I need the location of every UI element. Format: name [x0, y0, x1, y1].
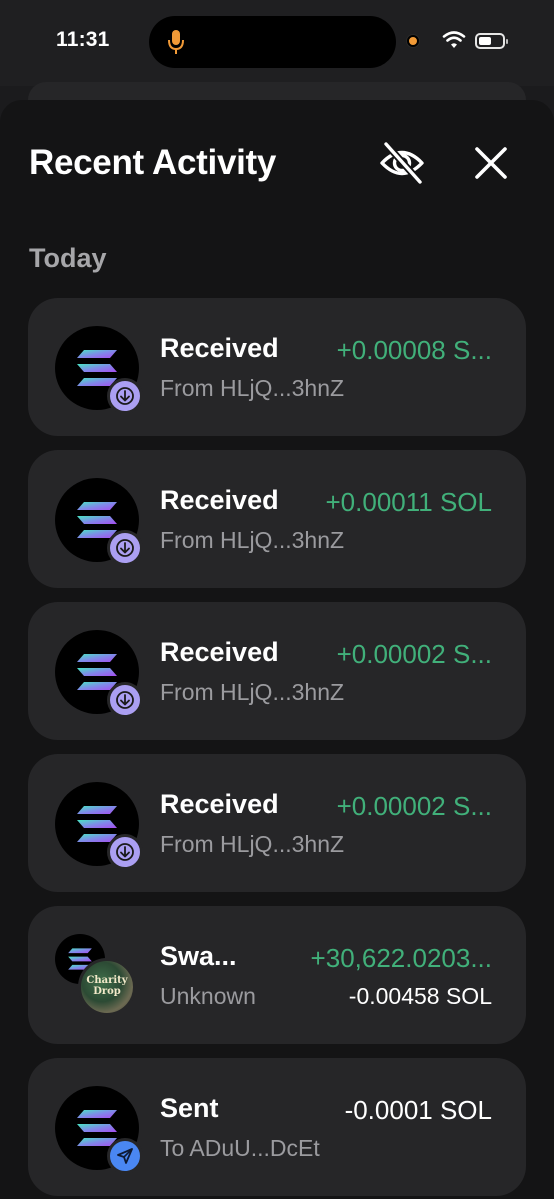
activity-label: Received — [160, 485, 279, 515]
battery-icon — [475, 33, 508, 49]
eye-off-icon[interactable] — [378, 140, 426, 186]
activity-item[interactable]: Received +0.00002 S... From HLjQ...3hnZ — [28, 754, 526, 892]
activity-item[interactable]: Received +0.00011 SOL From HLjQ...3hnZ — [28, 450, 526, 588]
activity-subtitle: From HLjQ...3hnZ — [160, 831, 345, 857]
activity-item[interactable]: Received +0.00008 S... From HLjQ...3hnZ — [28, 298, 526, 436]
activity-amount: -0.0001 SOL — [344, 1095, 492, 1125]
activity-label: Received — [160, 333, 279, 363]
activity-subtitle: To ADuU...DcEt — [160, 1135, 320, 1161]
recording-indicator — [407, 35, 419, 47]
arrow-down-icon — [116, 539, 134, 557]
sent-badge — [107, 1138, 143, 1174]
arrow-down-icon — [116, 691, 134, 709]
status-time: 11:31 — [56, 28, 110, 51]
arrow-down-icon — [116, 843, 134, 861]
activity-subtitle: From HLjQ...3hnZ — [160, 527, 345, 553]
close-icon[interactable] — [472, 144, 510, 182]
page-title: Recent Activity — [29, 143, 277, 182]
activity-subtitle: From HLjQ...3hnZ — [160, 375, 345, 401]
token-badge-text: Charity Drop — [86, 975, 128, 997]
received-badge — [107, 378, 143, 414]
activity-item-sent[interactable]: Sent -0.0001 SOL To ADuU...DcEt — [28, 1058, 526, 1196]
activity-label: Sent — [160, 1093, 219, 1123]
activity-item-swap[interactable]: Charity Drop Swa... +30,622.0203... Unkn… — [28, 906, 526, 1044]
activity-subtitle: Unknown — [160, 983, 256, 1009]
microphone-icon — [168, 30, 184, 54]
activity-label: Swa... — [160, 941, 237, 971]
received-badge — [107, 530, 143, 566]
status-bar: 11:31 — [0, 0, 554, 86]
activity-item[interactable]: Received +0.00002 S... From HLjQ...3hnZ — [28, 602, 526, 740]
token-avatar-charity-drop: Charity Drop — [78, 958, 136, 1016]
activity-subtitle: From HLjQ...3hnZ — [160, 679, 345, 705]
activity-amount: +0.00002 S... — [336, 791, 492, 821]
dynamic-island — [149, 16, 396, 68]
received-badge — [107, 682, 143, 718]
activity-amount: +0.00002 S... — [336, 639, 492, 669]
received-badge — [107, 834, 143, 870]
activity-amount: +0.00008 S... — [336, 335, 492, 365]
activity-label: Received — [160, 789, 279, 819]
arrow-down-icon — [116, 387, 134, 405]
activity-label: Received — [160, 637, 279, 667]
activity-amount-secondary: -0.00458 SOL — [348, 983, 492, 1009]
section-header-today: Today — [29, 243, 107, 273]
activity-amount: +0.00011 SOL — [325, 487, 493, 517]
activity-amount: +30,622.0203... — [310, 943, 492, 973]
send-plane-icon — [117, 1148, 133, 1164]
wifi-icon — [442, 31, 466, 48]
